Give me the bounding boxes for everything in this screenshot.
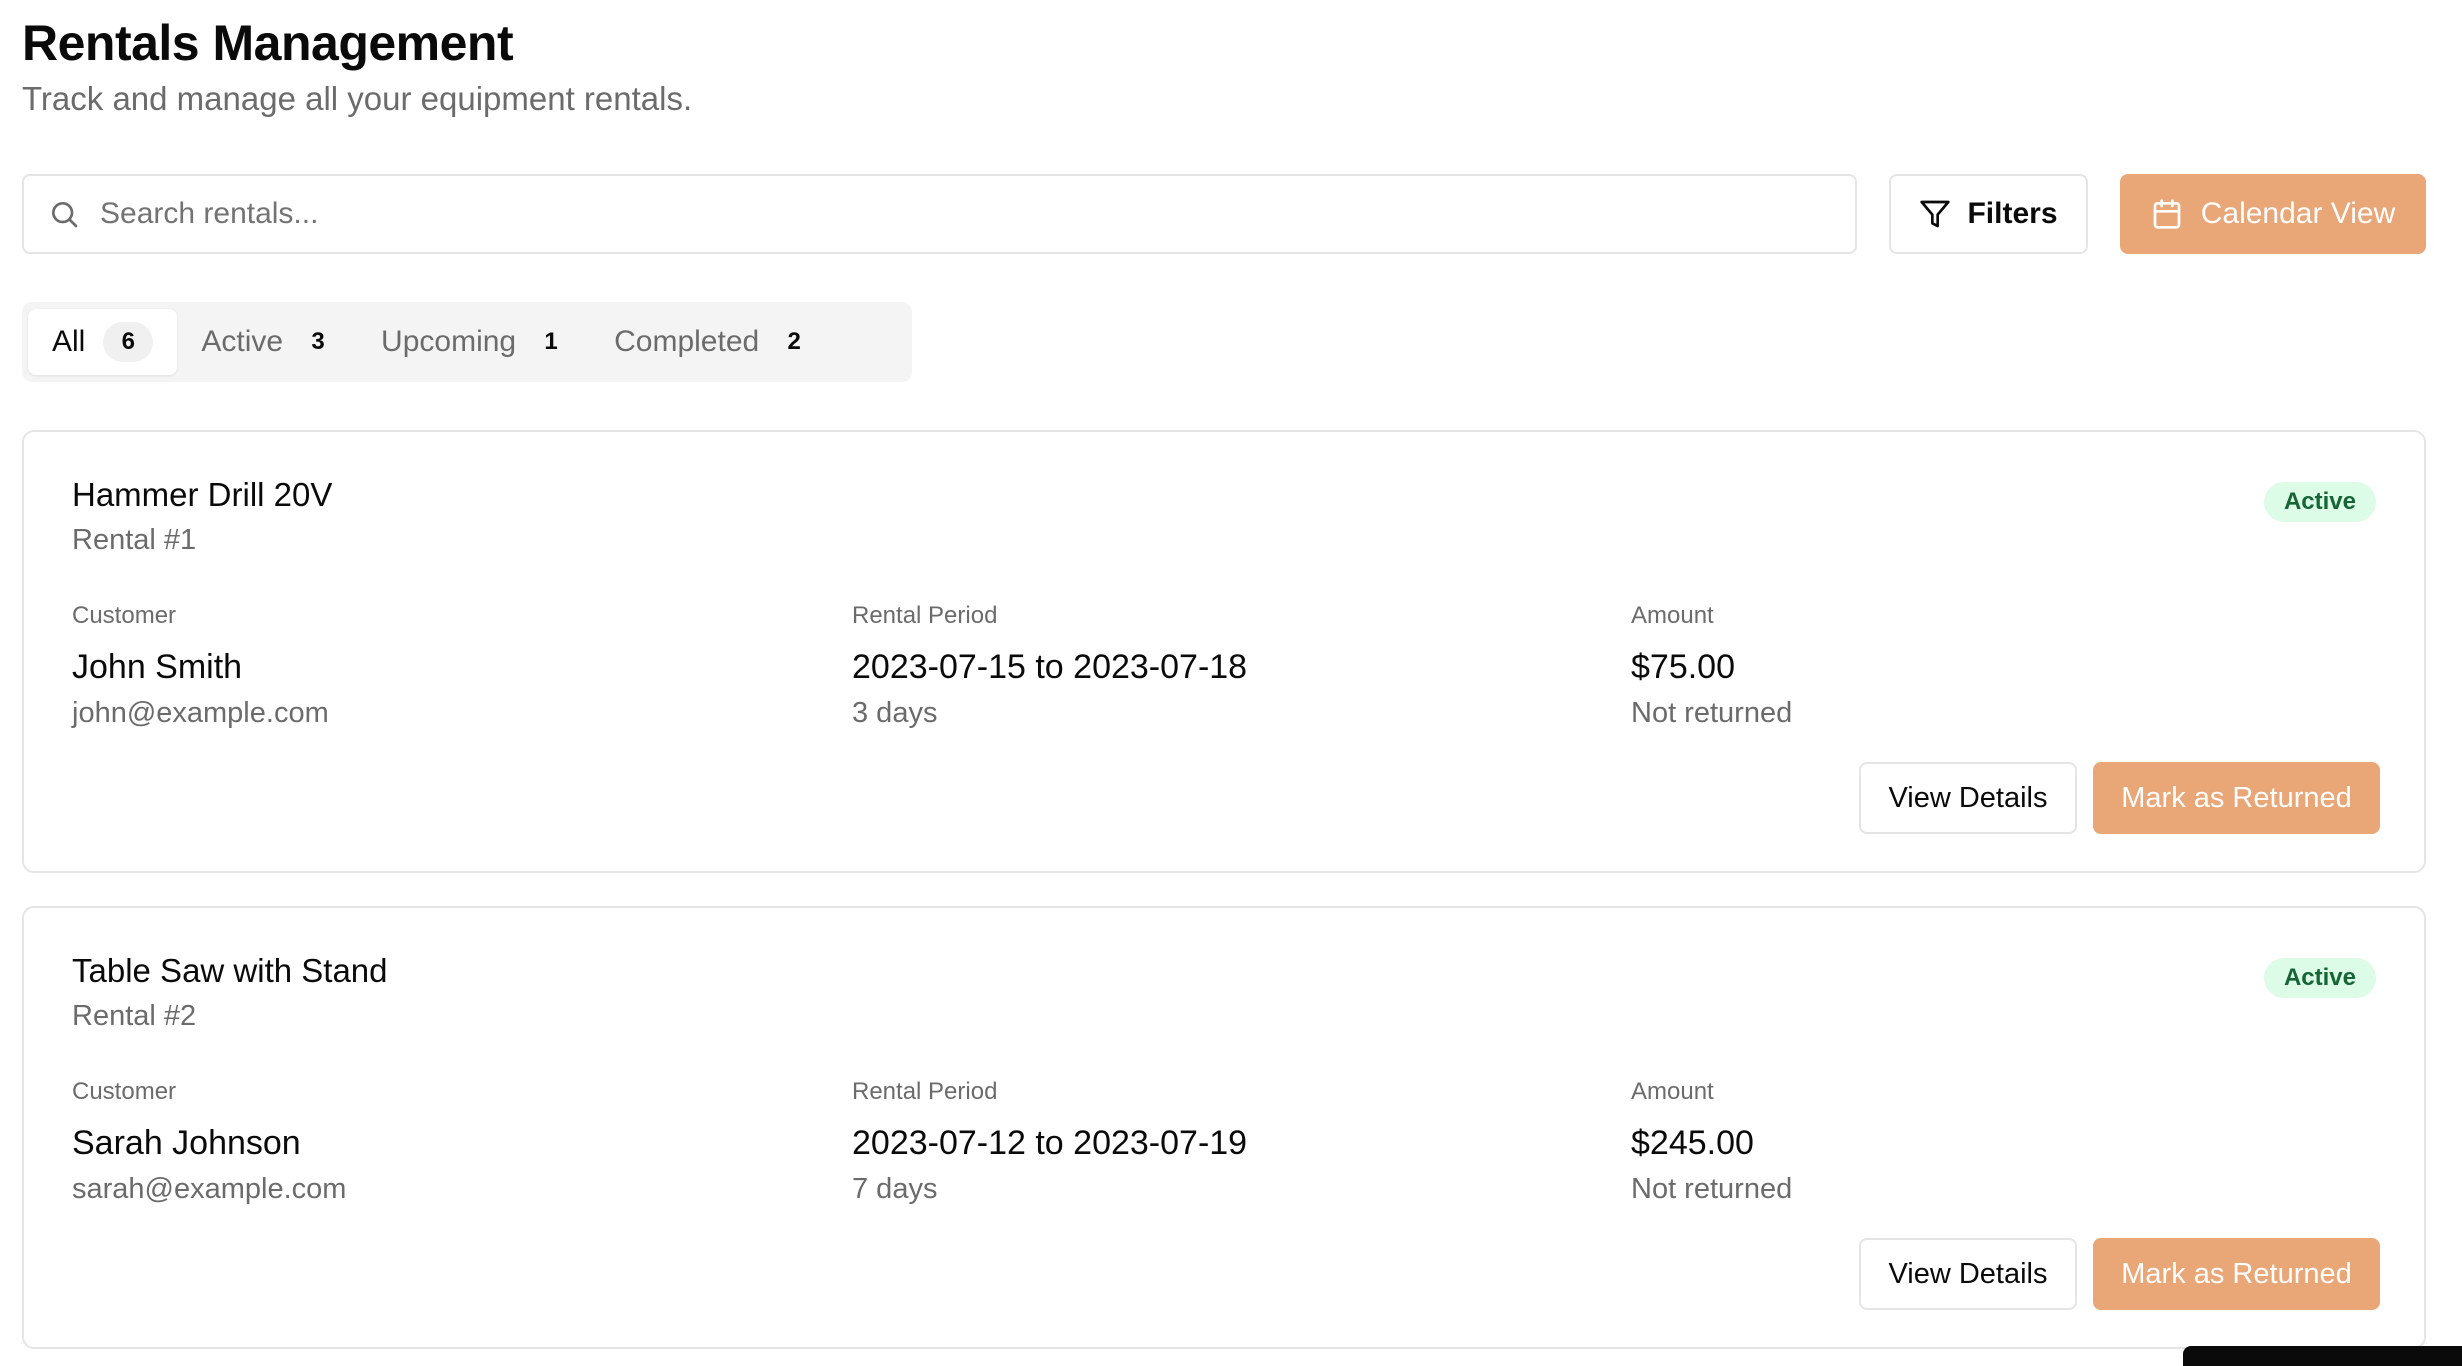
amount-label: Amount (1631, 1078, 1714, 1105)
tab-label: Active (201, 325, 284, 358)
rental-id: Rental #2 (72, 1000, 197, 1032)
status-badge: Active (2263, 482, 2376, 522)
search-input[interactable] (100, 197, 1800, 231)
status-badge: Active (2263, 958, 2376, 998)
rental-period-dates: 2023-07-12 to 2023-07-19 (852, 1124, 1248, 1162)
return-status: Not returned (1631, 1173, 1793, 1205)
view-details-button[interactable]: View Details (1859, 762, 2077, 834)
filters-button[interactable]: Filters (1889, 174, 2088, 254)
filter-icon (1920, 200, 1951, 228)
customer-label: Customer (72, 1078, 177, 1105)
customer-email: sarah@example.com (72, 1173, 347, 1205)
tab-label: Completed (614, 325, 760, 358)
status-tabs: All 6 Active 3 Upcoming 1 Completed 2 (22, 302, 912, 382)
rental-id: Rental #1 (72, 524, 197, 556)
customer-name: John Smith (72, 648, 243, 686)
tab-upcoming[interactable]: Upcoming 1 (357, 309, 590, 375)
page-title: Rentals Management (22, 15, 514, 71)
tab-label: Upcoming (381, 325, 517, 358)
amount-section: Amount $245.00 Not returned (1631, 1078, 1792, 1206)
rental-duration: 7 days (852, 1173, 938, 1205)
customer-email: john@example.com (72, 697, 329, 729)
tab-active[interactable]: Active 3 (177, 309, 357, 375)
return-status: Not returned (1631, 697, 1793, 729)
search-box[interactable] (22, 174, 1857, 254)
calendar-view-button[interactable]: Calendar View (2120, 174, 2426, 254)
calendar-icon (2153, 199, 2181, 229)
rental-period-section: Rental Period 2023-07-12 to 2023-07-19 7… (852, 1078, 1247, 1206)
search-icon (52, 202, 78, 228)
rental-period-dates: 2023-07-15 to 2023-07-18 (852, 648, 1248, 686)
customer-section: Customer Sarah Johnson sarah@example.com (72, 1078, 346, 1206)
amount-section: Amount $75.00 Not returned (1631, 602, 1792, 730)
mark-as-returned-button[interactable]: Mark as Returned (2093, 762, 2380, 834)
filters-label: Filters (1967, 197, 2058, 230)
page-subtitle: Track and manage all your equipment rent… (22, 80, 693, 117)
calendar-view-label: Calendar View (2200, 197, 2396, 230)
rental-period-section: Rental Period 2023-07-15 to 2023-07-18 3… (852, 602, 1247, 730)
tab-count-badge: 2 (787, 328, 801, 355)
customer-label: Customer (72, 602, 177, 629)
tab-count-badge: 6 (103, 322, 154, 362)
rental-period-label: Rental Period (852, 602, 998, 629)
rental-period-label: Rental Period (852, 1078, 998, 1105)
amount-value: $75.00 (1631, 648, 1735, 686)
corner-widget[interactable] (2183, 1346, 2462, 1366)
rental-card: Table Saw with Stand Rental #2 Active Cu… (22, 906, 2426, 1349)
tab-label: All (52, 325, 86, 358)
tab-completed[interactable]: Completed 2 (590, 309, 833, 375)
rental-card: Hammer Drill 20V Rental #1 Active Custom… (22, 430, 2426, 873)
rental-title: Hammer Drill 20V (72, 476, 333, 513)
rental-duration: 3 days (852, 697, 938, 729)
view-details-button[interactable]: View Details (1859, 1238, 2077, 1310)
tab-count-badge: 1 (544, 328, 558, 355)
amount-label: Amount (1631, 602, 1714, 629)
tab-all[interactable]: All 6 (28, 309, 178, 375)
rentals-page: Rentals Management Track and manage all … (0, 0, 2462, 1366)
mark-as-returned-button[interactable]: Mark as Returned (2093, 1238, 2380, 1310)
tab-count-badge: 3 (311, 328, 325, 355)
customer-section: Customer John Smith john@example.com (72, 602, 329, 730)
customer-name: Sarah Johnson (72, 1124, 301, 1162)
rental-title: Table Saw with Stand (72, 952, 388, 989)
amount-value: $245.00 (1631, 1124, 1754, 1162)
